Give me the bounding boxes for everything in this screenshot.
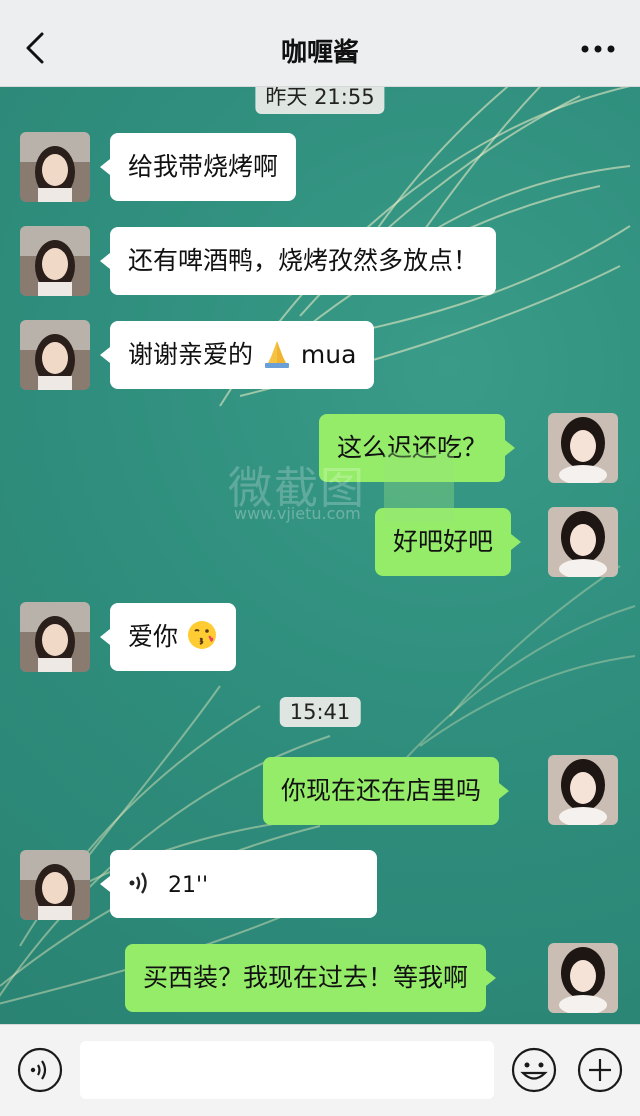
message-bubble[interactable]: 你现在还在店里吗 [263, 757, 510, 825]
my-avatar[interactable] [548, 413, 618, 483]
message-text: 好吧好吧 [393, 527, 494, 556]
message-text: 你现在还在店里吗 [281, 776, 482, 805]
leaf-decoration [389, 565, 636, 777]
message-bubble[interactable]: 买西装？我现在过去！等我啊 [125, 944, 497, 1012]
message-bubble[interactable]: 给我带烧烤啊 [99, 133, 297, 201]
timestamp: 昨天 21:55 [255, 86, 385, 114]
voice-icon[interactable] [16, 1046, 64, 1094]
status-bar [0, 0, 640, 12]
message-bubble[interactable]: 谢谢亲爱的 mua [99, 321, 375, 389]
contact-avatar[interactable] [20, 602, 90, 672]
message-text: 给我带烧烤啊 [128, 152, 279, 181]
message-text: 谢谢亲爱的 [128, 340, 254, 369]
emoji-icon[interactable] [510, 1046, 558, 1094]
my-avatar[interactable] [548, 943, 618, 1013]
my-avatar[interactable] [548, 755, 618, 825]
input-bar [0, 1024, 640, 1116]
message-text: 这么迟还吃？ [337, 433, 488, 462]
message-text: 还有啤酒鸭，烧烤孜然多放点！ [128, 246, 479, 275]
watermark-url: www.vjietu.com [234, 504, 361, 523]
contact-avatar[interactable] [20, 226, 90, 296]
kissing-face-icon [187, 621, 216, 649]
contact-avatar[interactable] [20, 132, 90, 202]
message-bubble[interactable]: 这么迟还吃？ [319, 414, 516, 482]
voice-message-bubble[interactable]: 21'' [100, 850, 377, 918]
message-input[interactable] [80, 1041, 494, 1099]
message-bubble[interactable]: 爱你 [100, 603, 236, 671]
message-bubble[interactable]: 好吧好吧 [375, 508, 522, 576]
message-suffix: mua [300, 340, 357, 369]
navigation-bar: 咖喱酱 [0, 12, 640, 87]
message-bubble[interactable]: 还有啤酒鸭，烧烤孜然多放点！ [99, 227, 497, 295]
plus-icon[interactable] [576, 1046, 624, 1094]
chat-area[interactable]: 昨天 21:55 15:41 给我带烧烤啊 还有啤酒鸭，烧烤孜然多放点！ 谢谢亲… [0, 86, 640, 1024]
more-dots-icon[interactable] [578, 34, 618, 64]
contact-avatar[interactable] [20, 320, 90, 390]
message-text: 买西装？我现在过去！等我啊 [143, 963, 469, 992]
my-avatar[interactable] [548, 507, 618, 577]
folded-hands-icon [264, 341, 289, 368]
contact-avatar[interactable] [20, 850, 90, 920]
timestamp: 15:41 [279, 697, 361, 727]
message-text: 爱你 [128, 622, 179, 651]
chat-title: 咖喱酱 [280, 38, 359, 68]
voice-wave-icon [129, 872, 147, 894]
voice-duration: 21'' [167, 873, 209, 898]
